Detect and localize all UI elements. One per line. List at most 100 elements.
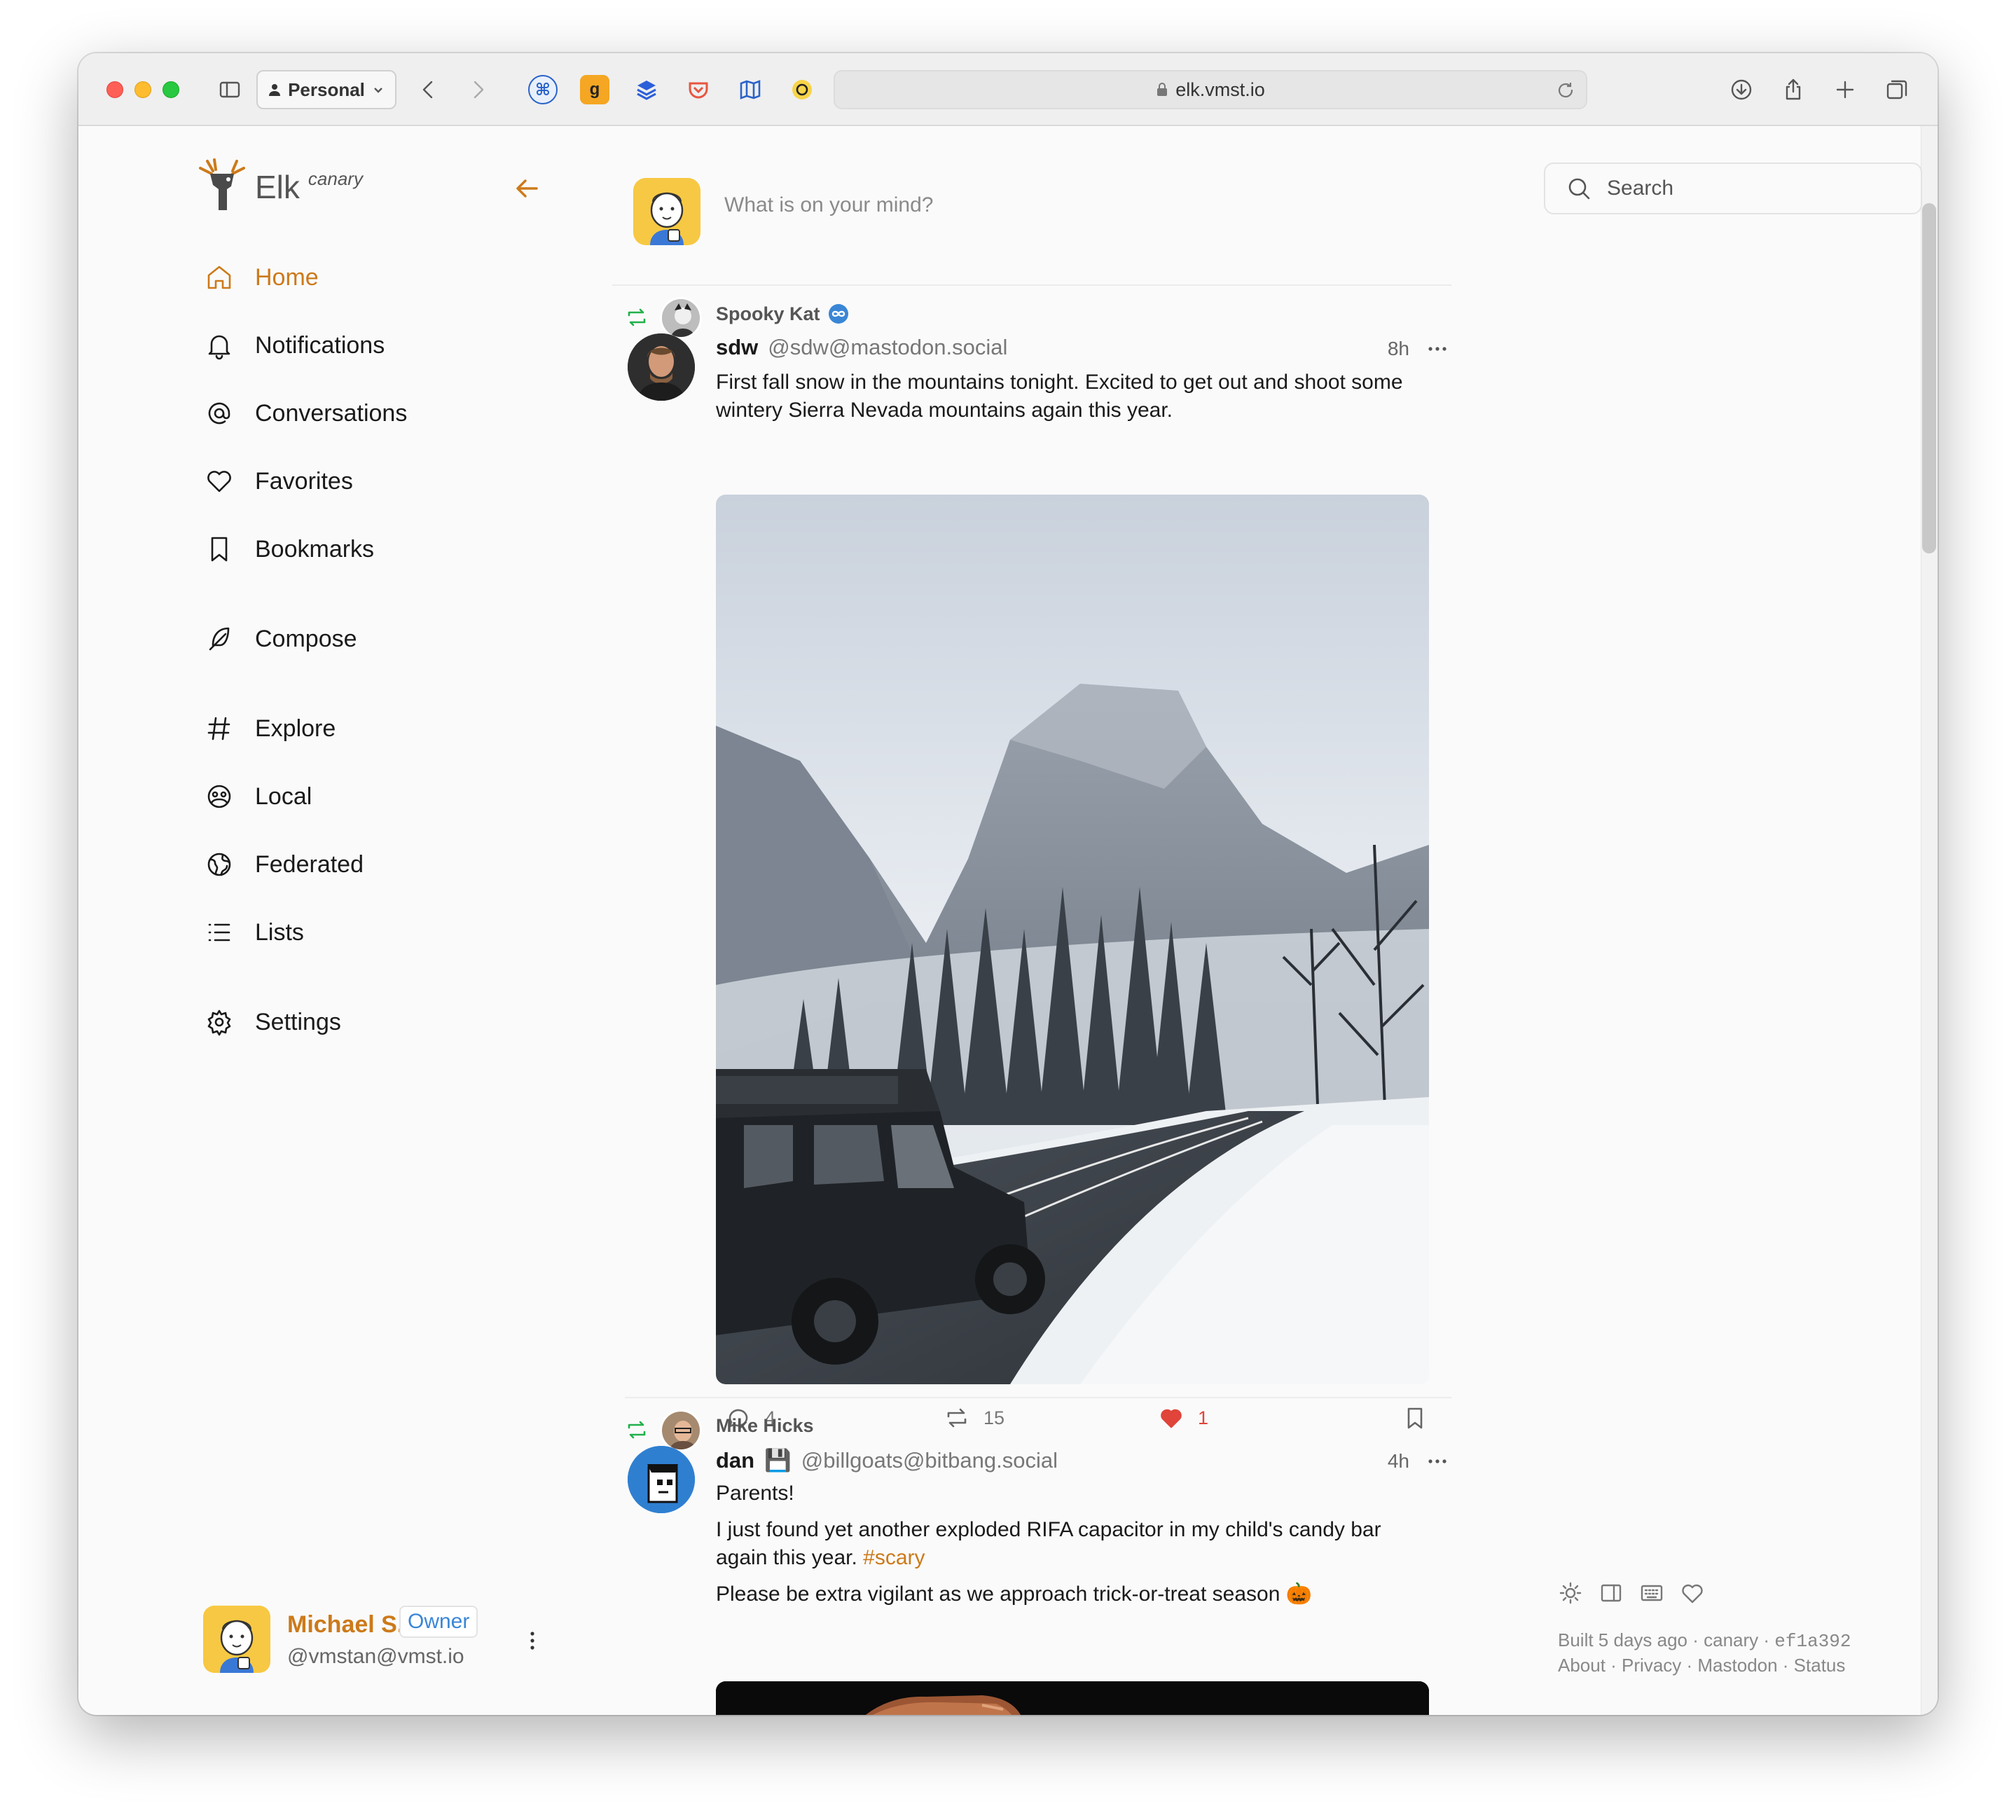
share-icon[interactable] [1778,74,1809,105]
nav-bookmarks[interactable]: Bookmarks [205,528,374,570]
post-image[interactable] [716,1681,1429,1715]
more-vertical-icon[interactable] [520,1628,545,1653]
keyboard-icon[interactable] [1639,1580,1664,1606]
author-emoji: 💾 [764,1448,792,1473]
status-card[interactable]: Mike Hicks dan 💾 @billgoats@bitbang.soci… [625,1409,1465,1715]
elk-logo-icon [199,158,245,210]
heart-icon [207,471,231,492]
nav-home[interactable]: Home [205,256,319,298]
booster-name-label: Mike Hicks [716,1415,814,1436]
post-text: First fall snow in the mountains tonight… [716,371,1403,422]
page-scrollbar[interactable] [1921,126,1938,1715]
gear-icon [207,1009,231,1036]
lock-icon [1157,83,1168,96]
list-icon [208,923,230,942]
booster-avatar[interactable] [660,1409,702,1452]
app-logo[interactable]: Elk canary [198,158,363,214]
footer-icons [1558,1580,1705,1606]
extension-stack-icon[interactable] [632,75,661,104]
bookmark-icon [211,537,228,562]
mountain-road-photo [716,495,1429,1384]
post-timestamp[interactable]: 4h [1388,1450,1409,1473]
theme-sun-icon[interactable] [1558,1580,1583,1606]
nav-favorites[interactable]: Favorites [205,460,353,502]
app-name: Elk [255,169,300,205]
author-name[interactable]: sdw [716,335,758,360]
current-user-handle: @vmstan@vmst.io [287,1645,464,1668]
post-paragraph-text: I just found yet another exploded RIFA c… [716,1518,1381,1569]
hashtag-link[interactable]: #scary [863,1546,925,1569]
author-avatar[interactable] [628,333,695,401]
avatar [633,178,700,245]
new-tab-icon[interactable] [1830,74,1860,105]
close-window-button[interactable] [106,81,123,98]
booster-name[interactable]: Mike Hicks [716,1415,814,1437]
search-icon [1568,178,1590,200]
nav-conversations[interactable]: Conversations [205,392,407,434]
author-handle[interactable]: @sdw@mastodon.social [768,335,1007,360]
author-line[interactable]: sdw @sdw@mastodon.social [716,335,1007,360]
nav-explore-label: Explore [255,715,336,742]
zoom-window-button[interactable] [163,81,179,98]
minimize-window-button[interactable] [134,81,151,98]
forward-icon[interactable] [462,74,493,105]
author-line[interactable]: dan 💾 @billgoats@bitbang.social [716,1447,1058,1473]
nav-explore[interactable]: Explore [205,708,336,750]
extension-pocket-icon[interactable] [684,75,713,104]
at-icon [208,402,230,425]
booster-name[interactable]: Spooky Kat [716,303,850,325]
tab-overview-icon[interactable] [1882,74,1912,105]
sidebar-toggle-icon[interactable] [214,74,245,105]
compose-placeholder[interactable]: What is on your mind? [724,193,933,217]
author-name[interactable]: dan [716,1448,754,1473]
address-bar[interactable]: elk.vmst.io [834,70,1587,109]
profile-button[interactable]: Personal [256,70,396,109]
person-icon [269,84,281,96]
heart-icon[interactable] [1680,1580,1705,1606]
zen-mode-icon[interactable] [1599,1580,1624,1606]
more-icon[interactable] [1423,1447,1451,1475]
boost-icon [628,308,646,326]
status-card[interactable]: Spooky Kat sdw @sdw@mastodon.social 8h F… [625,297,1465,1429]
post-timestamp[interactable]: 8h [1388,338,1409,360]
extension-mastodon-icon[interactable] [787,75,817,104]
current-user-card[interactable]: Michael S... Owner @vmstan@vmst.io [203,1601,651,1678]
back-icon[interactable] [413,74,444,105]
reload-icon[interactable] [1555,80,1576,101]
avatar[interactable] [203,1606,270,1673]
downloads-icon[interactable] [1726,74,1757,105]
home-icon [207,266,231,289]
nav-local[interactable]: Local [205,775,312,818]
current-user-name[interactable]: Michael S... [287,1611,417,1639]
more-icon[interactable] [1423,335,1451,363]
extension-g-icon[interactable]: g [580,75,609,104]
extension-command-icon[interactable]: ⌘ [528,75,558,104]
nav-compose[interactable]: Compose [205,618,357,660]
search-input[interactable]: Search [1544,163,1922,214]
build-info: Built 5 days ago · canary · ef1a392 [1558,1629,1851,1652]
scrollbar-thumb[interactable] [1922,203,1936,553]
profile-label: Personal [288,78,365,100]
post-image[interactable] [716,495,1429,1384]
post-paragraph: I just found yet another exploded RIFA c… [716,1516,1437,1572]
boost-icon [628,1421,646,1439]
commit-hash[interactable]: ef1a392 [1774,1631,1851,1652]
nav-lists[interactable]: Lists [205,911,304,953]
collapse-sidebar-arrow-icon[interactable] [511,172,544,205]
divider [612,284,1451,286]
booster-avatar[interactable] [660,297,702,339]
nav-settings[interactable]: Settings [205,1001,341,1043]
compose-box[interactable]: What is on your mind? [633,178,1460,255]
author-handle[interactable]: @billgoats@bitbang.social [801,1448,1058,1473]
extension-map-icon[interactable] [736,75,765,104]
footer-links[interactable]: About · Privacy · Mastodon · Status [1558,1655,1845,1676]
browser-window: Personal ⌘ g elk.vmst.io Elk canary Home… [78,53,1938,1715]
role-badge: Owner [399,1606,478,1638]
nav-federated-label: Federated [255,850,364,878]
booster-name-label: Spooky Kat [716,303,820,324]
author-avatar[interactable] [628,1446,695,1513]
nav-federated[interactable]: Federated [205,843,364,885]
nav-notifications[interactable]: Notifications [205,324,385,366]
bell-icon [208,335,230,360]
nav-notifications-label: Notifications [255,331,385,359]
